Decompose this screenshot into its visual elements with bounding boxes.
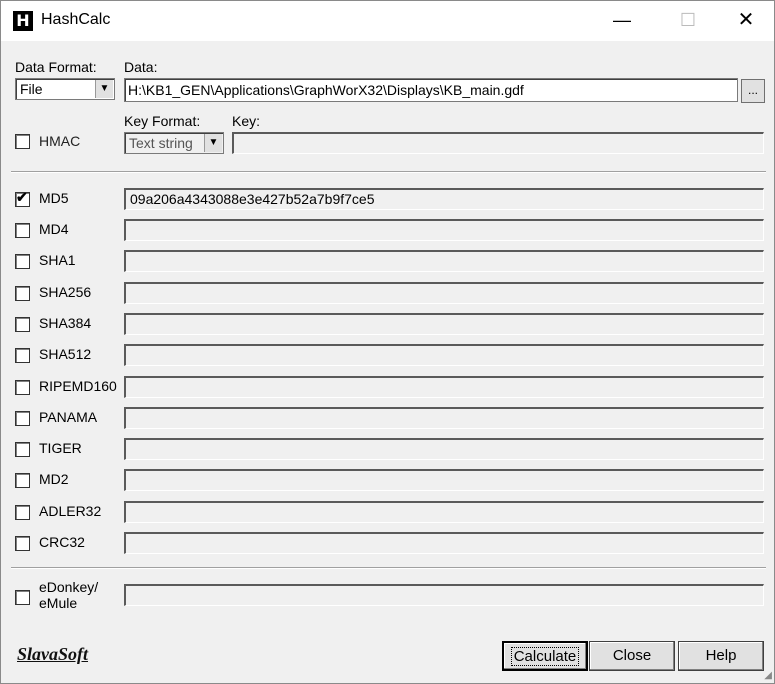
edonkey-output[interactable]	[124, 584, 764, 606]
sha1-label: SHA1	[39, 252, 76, 268]
tiger-label: TIGER	[39, 440, 82, 456]
chevron-down-icon[interactable]: ▼	[204, 134, 222, 152]
ripemd160-checkbox[interactable]	[15, 380, 30, 395]
md4-label: MD4	[39, 221, 69, 237]
panama-output[interactable]	[124, 407, 764, 429]
crc32-output[interactable]	[124, 532, 764, 554]
sha384-output[interactable]	[124, 313, 764, 335]
data-input-value: H:\KB1_GEN\Applications\GraphWorX32\Disp…	[128, 82, 524, 98]
hmac-label: HMAC	[39, 133, 81, 149]
data-format-value: File	[20, 81, 43, 97]
minimize-button[interactable]: —	[599, 1, 645, 41]
calculate-button[interactable]: Calculate	[502, 641, 588, 671]
sha1-output[interactable]	[124, 250, 764, 272]
key-format-select[interactable]: Text string ▼	[124, 132, 224, 154]
sha512-checkbox[interactable]	[15, 348, 30, 363]
separator	[11, 171, 766, 173]
crc32-label: CRC32	[39, 534, 85, 550]
md2-label: MD2	[39, 471, 69, 487]
md5-checkbox[interactable]: ✔	[15, 189, 30, 207]
adler32-output[interactable]	[124, 501, 764, 523]
data-format-select[interactable]: File ▼	[15, 78, 115, 100]
separator	[11, 567, 766, 569]
sha384-label: SHA384	[39, 315, 92, 331]
maximize-button[interactable]: ☐	[665, 1, 711, 41]
ripemd160-label: RIPEMD160	[39, 378, 117, 394]
md4-checkbox[interactable]	[15, 223, 30, 238]
key-label: Key:	[232, 113, 261, 129]
hmac-checkbox[interactable]	[15, 134, 30, 149]
md5-value: 09a206a4343088e3e427b52a7b9f7ce5	[130, 191, 375, 207]
data-input[interactable]: H:\KB1_GEN\Applications\GraphWorX32\Disp…	[124, 78, 738, 102]
title-bar[interactable]: H HashCalc — ☐ ✕	[1, 1, 774, 41]
sha256-output[interactable]	[124, 282, 764, 304]
sha512-label: SHA512	[39, 346, 92, 362]
hashcalc-window: H HashCalc — ☐ ✕ Data Format: File ▼ Dat…	[0, 0, 775, 684]
adler32-checkbox[interactable]	[15, 505, 30, 520]
panama-checkbox[interactable]	[15, 411, 30, 426]
window-title: HashCalc	[41, 11, 111, 28]
edonkey-label-line2: eMule	[39, 595, 78, 611]
sha1-checkbox[interactable]	[15, 254, 30, 269]
edonkey-label: eDonkey/ eMule	[39, 579, 98, 611]
sha256-label: SHA256	[39, 284, 92, 300]
chevron-down-icon[interactable]: ▼	[95, 80, 113, 98]
key-format-label: Key Format:	[124, 113, 201, 129]
close-button[interactable]: Close	[589, 641, 675, 671]
browse-button[interactable]: ...	[741, 79, 765, 103]
sha512-output[interactable]	[124, 344, 764, 366]
close-button-label: Close	[612, 647, 652, 664]
md2-output[interactable]	[124, 469, 764, 491]
help-button[interactable]: Help	[678, 641, 764, 671]
data-format-label: Data Format:	[15, 59, 97, 75]
check-mark-icon: ✔	[16, 189, 28, 205]
close-window-button[interactable]: ✕	[723, 1, 769, 41]
calculate-button-label: Calculate	[510, 647, 580, 666]
md2-checkbox[interactable]	[15, 473, 30, 488]
key-format-value: Text string	[129, 135, 193, 151]
crc32-checkbox[interactable]	[15, 536, 30, 551]
md5-label: MD5	[39, 190, 69, 206]
panama-label: PANAMA	[39, 409, 98, 425]
app-icon: H	[13, 11, 33, 31]
edonkey-checkbox[interactable]	[15, 590, 30, 605]
resize-grip-icon[interactable]: ◢	[764, 670, 772, 681]
help-button-label: Help	[705, 647, 737, 664]
data-label: Data:	[124, 59, 158, 75]
tiger-output[interactable]	[124, 438, 764, 460]
key-input[interactable]	[232, 132, 764, 154]
ripemd160-output[interactable]	[124, 376, 764, 398]
tiger-checkbox[interactable]	[15, 442, 30, 457]
adler32-label: ADLER32	[39, 503, 102, 519]
slavasoft-logo-link[interactable]: SlavaSoft	[17, 644, 88, 665]
sha256-checkbox[interactable]	[15, 286, 30, 301]
md4-output[interactable]	[124, 219, 764, 241]
sha384-checkbox[interactable]	[15, 317, 30, 332]
md5-output[interactable]: 09a206a4343088e3e427b52a7b9f7ce5	[124, 188, 764, 210]
edonkey-label-line1: eDonkey/	[39, 579, 99, 595]
